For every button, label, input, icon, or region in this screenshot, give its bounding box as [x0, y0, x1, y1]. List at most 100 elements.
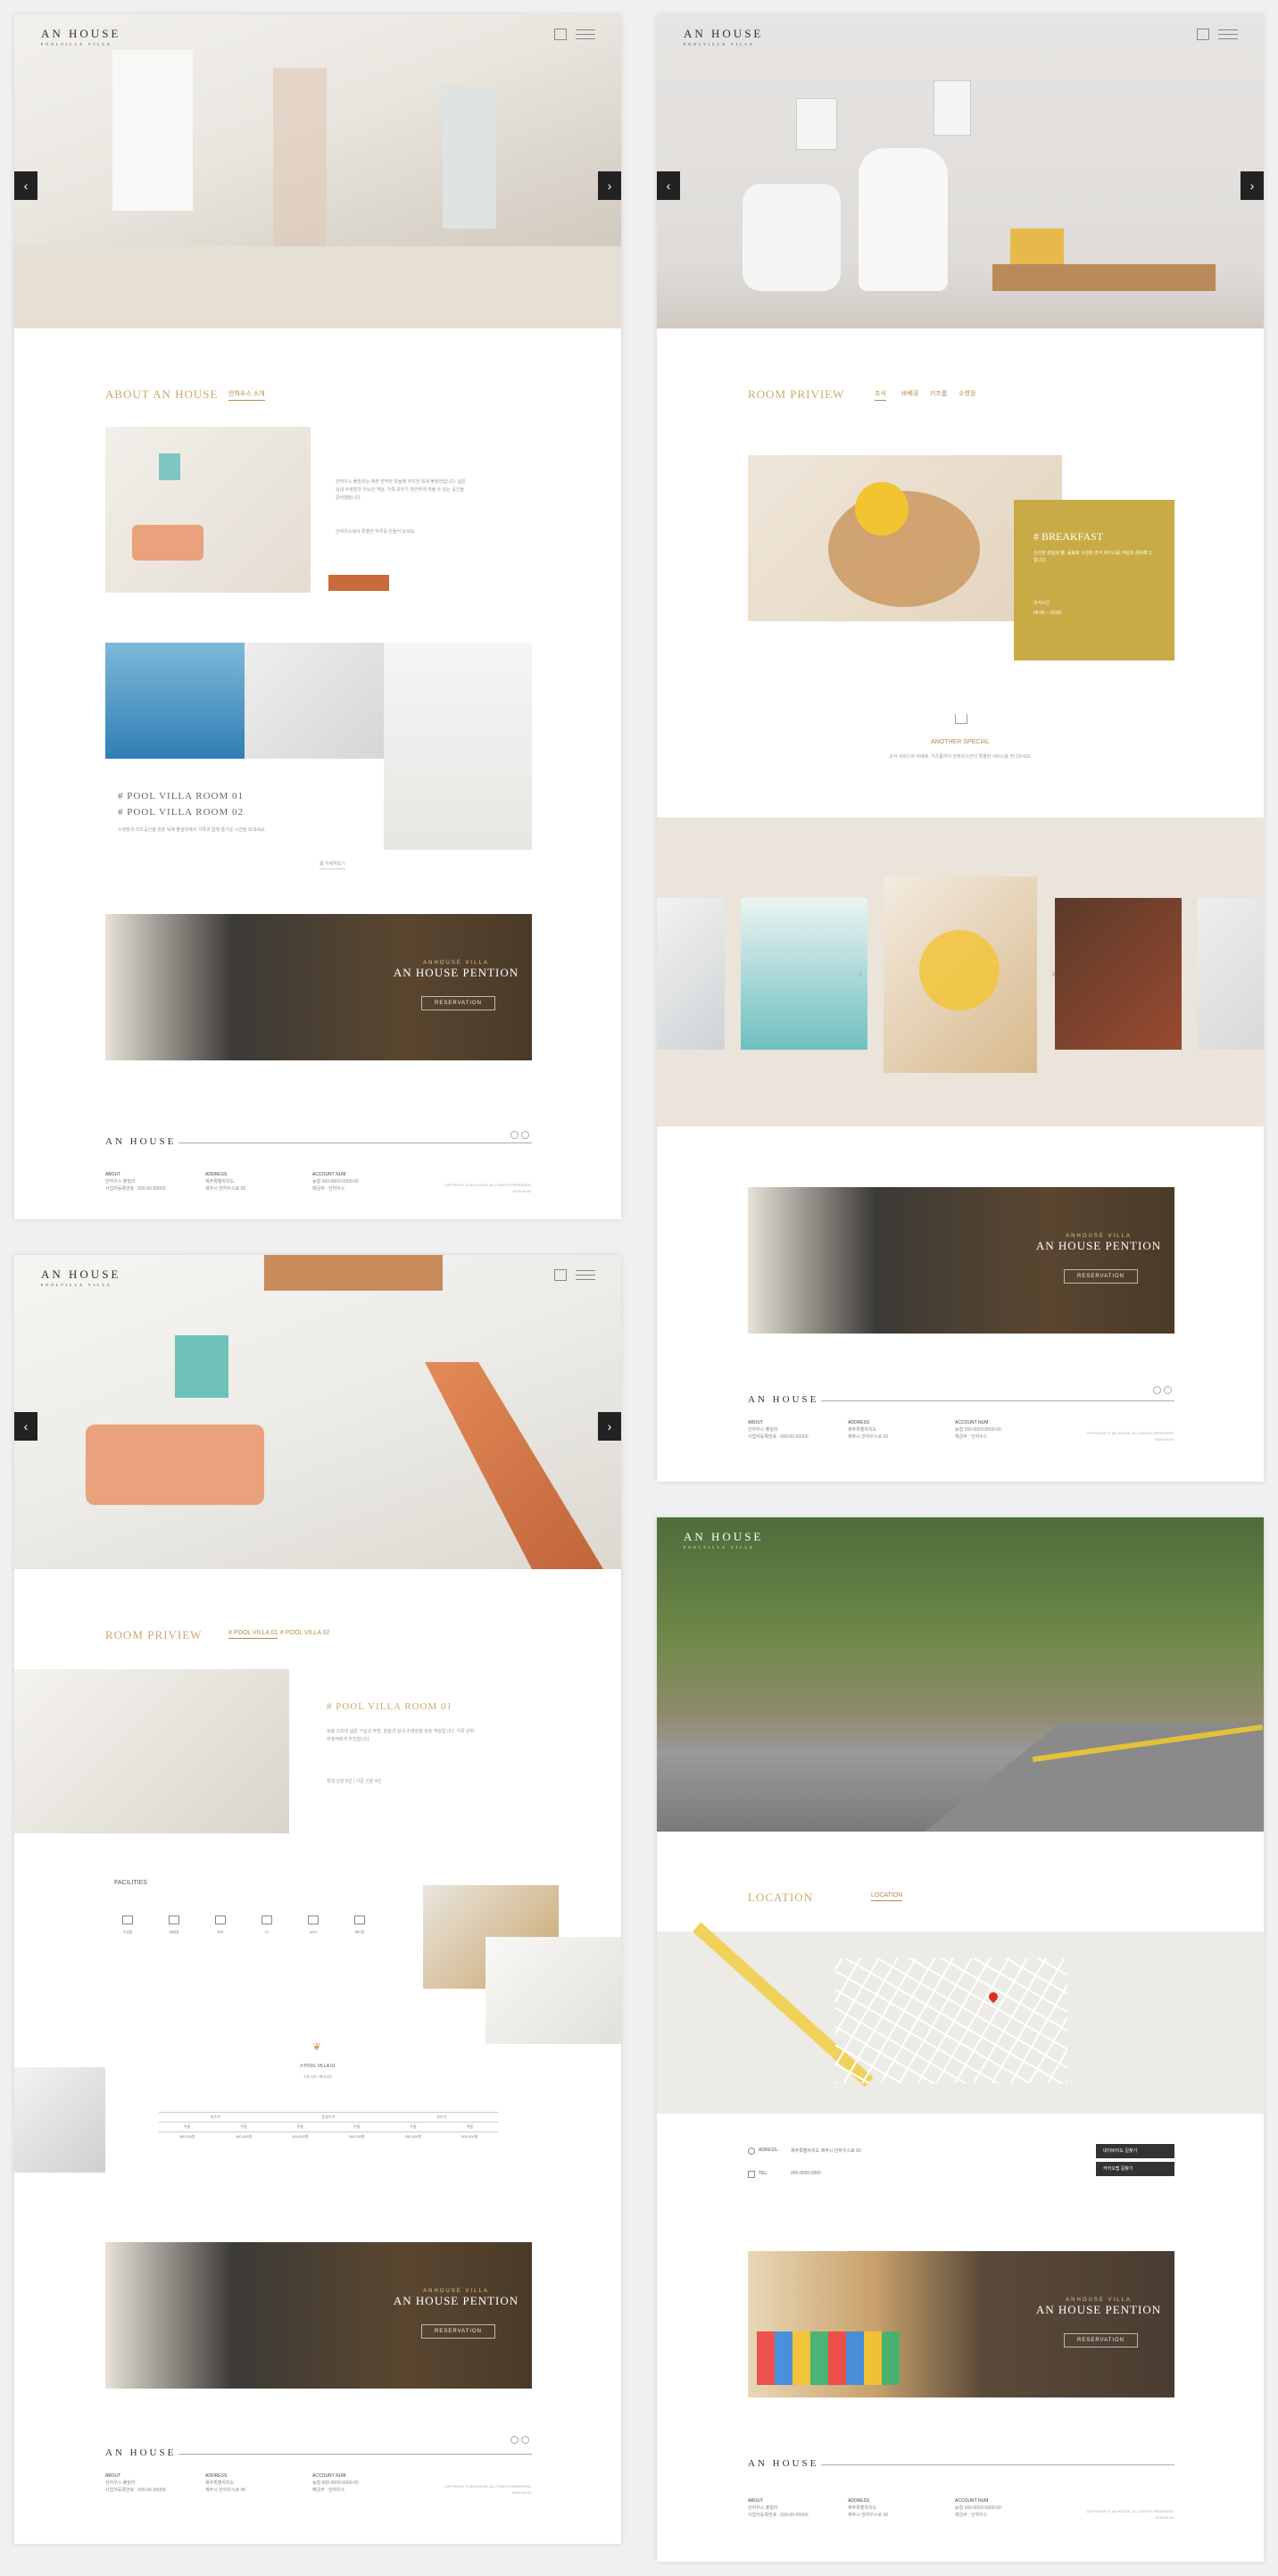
footer-account: ACCOUNT NUM 농협 000-0000-0000-00 예금주 : 안하우스 [312, 2473, 359, 2493]
facility-bath: 욕조 [207, 1915, 234, 1935]
menu-icon[interactable] [576, 1270, 595, 1280]
price-cell: 350,000원 [215, 2131, 272, 2141]
price-cell: 300,000원 [159, 2131, 216, 2141]
aircon-icon [354, 1915, 365, 1924]
tab-bbq[interactable]: 바베큐 [901, 389, 918, 400]
bbq-icon [169, 1915, 179, 1924]
price-season: 비수기 [159, 2112, 272, 2123]
tab-kids-room[interactable]: 키즈룸 [930, 389, 947, 400]
price-day: 주말 [328, 2122, 386, 2132]
calendar-icon[interactable] [1197, 29, 1209, 40]
blog-icon[interactable] [1164, 1386, 1172, 1394]
rooms-text: 수영장과 키즈공간을 갖춘 독채 풀빌라에서 가족과 함께 즐거운 시간을 보내… [118, 827, 266, 833]
tab-pool-villa-02[interactable]: # POOL VILLA 02 [280, 1630, 329, 1638]
location-pin-icon [748, 2148, 755, 2155]
banner-text: ANHOUSE VILLA AN HOUSE PENTION [389, 960, 523, 980]
price-cell: 500,000원 [441, 2131, 498, 2141]
tab-location[interactable]: LOCATION [871, 1892, 903, 1901]
address-value: 제주특별자치도 제주시 안하우스로 00 [791, 2148, 861, 2154]
breakfast-text: 신선한 과일과 빵, 음료로 구성된 조식 바구니를 객실로 준비해 드립니다. [1033, 551, 1153, 563]
price-cell: 350,000원 [271, 2131, 328, 2141]
tab-pool[interactable]: 수영장 [958, 389, 975, 400]
logo[interactable]: AN HOUSE POOLVILLA VILLA [684, 27, 763, 46]
kakao-map-label: 카카오맵 길찾기 [1103, 2166, 1133, 2172]
banner-text: ANHOUSE VILLA AN HOUSE PENTION [1032, 2298, 1166, 2317]
rooms-more-link[interactable]: 룸 자세히보기 [320, 860, 345, 869]
map[interactable] [657, 1922, 1264, 2114]
prev-arrow-icon[interactable]: ‹ [657, 171, 680, 200]
facility-bbq: 바베큐 [161, 1915, 187, 1935]
kakao-map-button[interactable]: 카카오맵 길찾기 [1096, 2162, 1174, 2176]
section-title: ABOUT AN HOUSE [105, 387, 219, 401]
logo[interactable]: AN HOUSE POOLVILLA VILLA [41, 1267, 120, 1287]
instagram-icon[interactable] [510, 1131, 519, 1139]
instagram-icon[interactable] [510, 2436, 519, 2444]
reservation-button[interactable]: RESERVATION [1064, 2333, 1139, 2347]
prev-arrow-icon[interactable]: ‹ [14, 171, 37, 200]
copyright: COPYRIGHT © AN HOUSE. ALL RIGHTS RESERVE… [1086, 2509, 1174, 2520]
instagram-icon[interactable] [1153, 1386, 1161, 1394]
room-text: 복층 구조의 넓은 거실과 주방, 침실과 실내 수영장을 갖춘 객실입니다. … [327, 1729, 475, 1742]
footer-about: ABOUT 안하우스 풀빌라 사업자등록번호 : 000-00-00000 [748, 2498, 809, 2518]
naver-map-label: 네이버지도 길찾기 [1103, 2148, 1138, 2154]
calendar-icon[interactable] [554, 1269, 567, 1281]
reservation-button[interactable]: RESERVATION [421, 996, 496, 1010]
blog-icon[interactable] [521, 1131, 529, 1139]
logo[interactable]: AN HOUSE POOLVILLA VILLA [684, 1530, 763, 1550]
banner-title: AN HOUSE PENTION [393, 2294, 519, 2307]
menu-icon[interactable] [1218, 29, 1238, 39]
price-day: 주말 [215, 2122, 272, 2132]
room-hero-image [14, 1255, 621, 1569]
footer-address: ADDRESS 제주특별자치도 제주시 안하우스로 00 [848, 1420, 889, 1440]
footer-about: ABOUT 안하우스 풀빌라 사업자등록번호 : 000-00-00000 [748, 1420, 809, 1440]
next-arrow-icon[interactable]: › [598, 1412, 621, 1441]
price-day: 주중 [271, 2122, 328, 2132]
reservation-banner [105, 914, 532, 1060]
page-location: AN HOUSE POOLVILLA VILLA LOCATION LOCATIO… [657, 1517, 1264, 2562]
tab-pool-villa-01[interactable]: # POOL VILLA 01 [228, 1630, 278, 1639]
footer-address: ADDRESS 제주특별자치도 제주시 안하우스로 00 [848, 2498, 889, 2518]
header-icons [1197, 29, 1238, 40]
copyright: COPYRIGHT © AN HOUSE. ALL RIGHTS RESERVE… [444, 2484, 532, 2495]
cutlery-icon [955, 714, 967, 724]
gallery-image-1 [657, 898, 725, 1050]
footer-divider [821, 2464, 1174, 2465]
footer-account: ACCOUNT NUM 농협 000-0000-0000-00 예금주 : 안하우스 [955, 1420, 1001, 1440]
reservation-button[interactable]: RESERVATION [1064, 1269, 1139, 1284]
logo[interactable]: AN HOUSE POOLVILLA VILLA [41, 27, 120, 46]
tab-breakfast[interactable]: 조식 [875, 389, 886, 401]
address-label: ADRESS. [759, 2148, 778, 2153]
calendar-icon[interactable] [554, 29, 567, 40]
naver-map-button[interactable]: 네이버지도 길찾기 [1096, 2144, 1174, 2158]
header-icons [554, 29, 595, 40]
page-service: AN HOUSE POOLVILLA VILLA ‹ › ROOM PRIVIEW… [657, 14, 1264, 1482]
section-title: ROOM PRIVIEW [748, 387, 845, 401]
menu-icon[interactable] [576, 29, 595, 39]
prev-arrow-icon[interactable]: ‹ [14, 1412, 37, 1441]
footer-about: ABOUT 안하우스 풀빌라 사업자등록번호 : 000-00-00000 [105, 2473, 166, 2493]
price-day: 주중 [385, 2122, 442, 2132]
footer-divider [178, 2454, 532, 2455]
room-title-1: # POOL VILLA ROOM 01 [118, 791, 245, 802]
reservation-button[interactable]: RESERVATION [421, 2324, 496, 2339]
reservation-banner [105, 2242, 532, 2389]
gallery-next-icon[interactable]: › [1051, 966, 1056, 980]
footer-logo: AN HOUSE [748, 2458, 819, 2469]
gallery-image-3 [884, 877, 1037, 1073]
header-icons [554, 1269, 595, 1281]
next-arrow-icon[interactable]: › [1241, 171, 1264, 200]
price-cell: 450,000원 [385, 2131, 442, 2141]
toaster-image [245, 643, 384, 759]
bedroom-image [485, 1937, 621, 2044]
room-text-2: 최대 인원 8인 / 기준 인원 4인 [327, 1779, 382, 1784]
facilities-title: FACILITIES [114, 1880, 147, 1886]
living-room-image [105, 427, 311, 593]
tab-about[interactable]: 안하우스 소개 [228, 389, 265, 401]
about-text-2: 안하우스에서 특별한 하루를 만들어 보세요. [336, 529, 416, 535]
breakfast-time-label: 조식시간 [1033, 601, 1050, 606]
gallery-prev-icon[interactable]: ‹ [859, 966, 863, 980]
accent-bar [328, 575, 389, 591]
blog-icon[interactable] [521, 2436, 529, 2444]
breakfast-title: # BREAKFAST [1033, 530, 1104, 543]
next-arrow-icon[interactable]: › [598, 171, 621, 200]
